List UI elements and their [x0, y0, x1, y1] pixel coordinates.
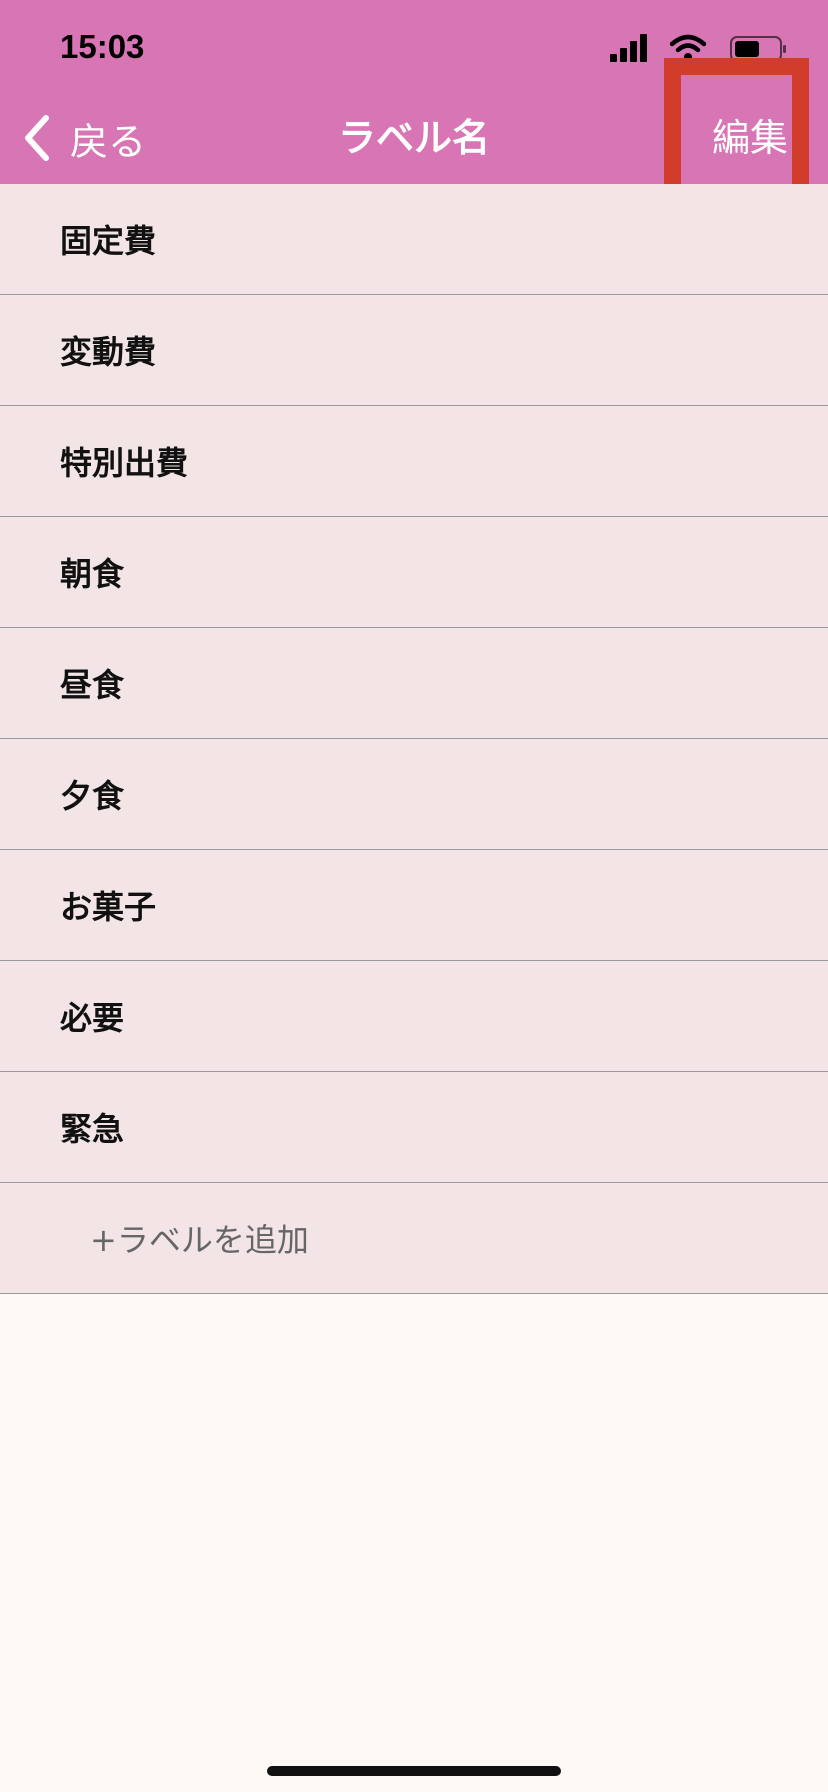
list-item[interactable]: 緊急	[0, 1072, 828, 1183]
signal-icon	[610, 34, 647, 62]
battery-icon	[730, 36, 786, 62]
wifi-icon	[670, 34, 706, 61]
list-item[interactable]: お菓子	[0, 850, 828, 961]
status-time: 15:03	[60, 28, 145, 65]
edit-button[interactable]: 編集	[712, 108, 788, 168]
list-item[interactable]: 特別出費	[0, 406, 828, 517]
nav-bar: 15:03 戻る ラベル名 編集	[0, 0, 828, 184]
list-item[interactable]: 固定費	[0, 184, 828, 295]
list-item[interactable]: 必要	[0, 961, 828, 1072]
home-indicator	[267, 1766, 561, 1776]
list-item[interactable]: 変動費	[0, 295, 828, 406]
page-title: ラベル名	[337, 116, 490, 160]
list-item[interactable]: 夕食	[0, 739, 828, 850]
list-item[interactable]: 昼食	[0, 628, 828, 739]
list-item[interactable]: 朝食	[0, 517, 828, 628]
label-list: 固定費 変動費 特別出費 朝食 昼食 夕食 お菓子 必要 緊急 +ラベルを追加	[0, 184, 828, 1294]
add-label-button[interactable]: +ラベルを追加	[0, 1183, 828, 1294]
